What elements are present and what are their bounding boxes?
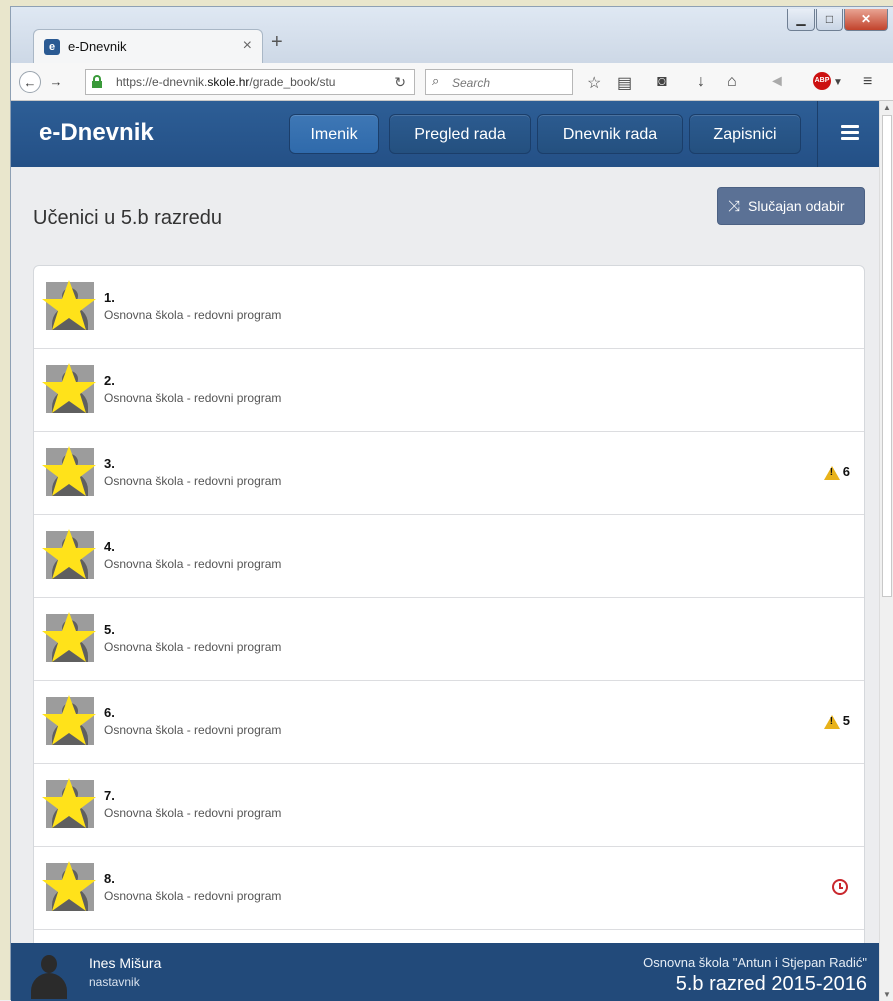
pocket-icon[interactable]: ◙ bbox=[657, 73, 667, 91]
warning-badge[interactable]: 5 bbox=[823, 713, 850, 729]
tab-close-icon[interactable]: × bbox=[243, 37, 252, 55]
home-icon[interactable]: ⌂ bbox=[727, 73, 737, 91]
star-icon bbox=[42, 612, 96, 662]
class-year: 5.b razred 2015-2016 bbox=[675, 973, 867, 995]
brand-logo[interactable]: e-Dnevnik bbox=[39, 119, 154, 147]
student-row[interactable]: 7. Osnovna škola - redovni program bbox=[34, 764, 864, 847]
browser-window: e e-Dnevnik × + ▁ □ ✕ ← → https://e-dnev… bbox=[10, 6, 893, 1001]
student-row[interactable]: 1. Osnovna škola - redovni program bbox=[34, 266, 864, 349]
star-icon bbox=[42, 280, 96, 330]
student-number: 3. bbox=[104, 456, 115, 471]
warning-icon bbox=[823, 465, 840, 480]
warning-count: 5 bbox=[842, 713, 850, 728]
student-program: Osnovna škola - redovni program bbox=[104, 806, 282, 820]
student-row[interactable]: 6. Osnovna škola - redovni program 5 bbox=[34, 681, 864, 764]
student-number: 1. bbox=[104, 290, 115, 305]
adblock-icon[interactable]: ABP bbox=[813, 72, 831, 90]
student-list: 1. Osnovna škola - redovni program 2. Osnov… bbox=[33, 265, 865, 1001]
shuffle-icon: ⤨ bbox=[728, 198, 741, 215]
student-program: Osnovna škola - redovni program bbox=[104, 391, 282, 405]
adblock-dropdown-icon[interactable]: ▼ bbox=[833, 77, 843, 88]
star-icon bbox=[42, 861, 96, 911]
student-row[interactable]: 3. Osnovna škola - redovni program 6 bbox=[34, 432, 864, 515]
student-number: 8. bbox=[104, 871, 115, 886]
reading-list-icon[interactable]: ▤ bbox=[617, 73, 632, 93]
close-window-button[interactable]: ✕ bbox=[844, 9, 888, 31]
forward-icon[interactable]: → bbox=[45, 71, 67, 93]
browser-toolbar: ← → https://e-dnevnik.skole.hr/grade_boo… bbox=[11, 63, 893, 101]
student-program: Osnovna škola - redovni program bbox=[104, 723, 282, 737]
student-row[interactable]: 4. Osnovna škola - redovni program bbox=[34, 515, 864, 598]
app-header: e-Dnevnik Imenik Pregled rada Dnevnik ra… bbox=[11, 101, 879, 167]
student-row[interactable]: 5. Osnovna škola - redovni program bbox=[34, 598, 864, 681]
student-program: Osnovna škola - redovni program bbox=[104, 889, 282, 903]
scroll-up-icon[interactable]: ▲ bbox=[883, 103, 891, 112]
back-icon[interactable]: ← bbox=[19, 71, 41, 93]
tab-title: e-Dnevnik bbox=[68, 39, 127, 54]
scroll-down-icon[interactable]: ▼ bbox=[883, 990, 891, 999]
star-icon bbox=[42, 529, 96, 579]
url-text: https://e-dnevnik.skole.hr/grade_book/st… bbox=[116, 75, 336, 89]
student-program: Osnovna škola - redovni program bbox=[104, 308, 282, 322]
lock-icon bbox=[92, 75, 102, 88]
new-tab-icon[interactable]: + bbox=[271, 31, 283, 54]
student-program: Osnovna škola - redovni program bbox=[104, 474, 282, 488]
nav-pregled-rada[interactable]: Pregled rada bbox=[389, 114, 531, 154]
warning-badge[interactable]: 6 bbox=[823, 464, 850, 480]
student-number: 5. bbox=[104, 622, 115, 637]
student-number: 6. bbox=[104, 705, 115, 720]
send-icon[interactable]: ◄ bbox=[769, 73, 785, 91]
student-program: Osnovna škola - redovni program bbox=[104, 557, 282, 571]
nav-dnevnik-rada[interactable]: Dnevnik rada bbox=[537, 114, 683, 154]
random-pick-label: Slučajan odabir bbox=[748, 198, 845, 214]
search-placeholder: Search bbox=[452, 76, 491, 90]
school-name: Osnovna škola "Antun i Stjepan Radić" bbox=[643, 955, 867, 970]
student-number: 4. bbox=[104, 539, 115, 554]
nav-imenik[interactable]: Imenik bbox=[289, 114, 379, 154]
page-scrollbar[interactable]: ▲ ▼ bbox=[879, 101, 893, 1001]
student-row[interactable]: 8. Osnovna škola - redovni program bbox=[34, 847, 864, 930]
clock-icon[interactable] bbox=[832, 879, 848, 895]
hamburger-menu-icon[interactable] bbox=[841, 125, 859, 141]
star-icon bbox=[42, 363, 96, 413]
address-bar[interactable]: https://e-dnevnik.skole.hr/grade_book/st… bbox=[85, 69, 415, 95]
search-icon: ⌕ bbox=[432, 73, 440, 88]
student-number: 2. bbox=[104, 373, 115, 388]
user-name[interactable]: Ines Mišura bbox=[89, 955, 161, 971]
user-role: nastavnik bbox=[89, 975, 140, 989]
star-icon bbox=[42, 446, 96, 496]
bookmark-star-icon[interactable]: ☆ bbox=[587, 73, 601, 93]
page-title: Učenici u 5.b razredu bbox=[33, 207, 222, 229]
menu-icon[interactable]: ≡ bbox=[863, 73, 872, 91]
search-input[interactable]: ⌕ Search bbox=[425, 69, 573, 95]
tab-strip: e e-Dnevnik × + ▁ □ ✕ bbox=[11, 7, 893, 63]
user-avatar[interactable] bbox=[29, 953, 69, 999]
nav-zapisnici[interactable]: Zapisnici bbox=[689, 114, 801, 154]
header-divider bbox=[817, 101, 818, 167]
student-number: 7. bbox=[104, 788, 115, 803]
app-content: e-Dnevnik Imenik Pregled rada Dnevnik ra… bbox=[11, 101, 879, 1001]
scroll-thumb[interactable] bbox=[882, 115, 892, 597]
minimize-button[interactable]: ▁ bbox=[787, 9, 815, 31]
app-footer: Ines Mišura nastavnik Osnovna škola "Ant… bbox=[11, 943, 879, 1001]
random-pick-button[interactable]: ⤨ Slučajan odabir bbox=[717, 187, 865, 225]
student-row[interactable]: 2. Osnovna škola - redovni program bbox=[34, 349, 864, 432]
warning-icon bbox=[823, 714, 840, 729]
student-program: Osnovna škola - redovni program bbox=[104, 640, 282, 654]
download-icon[interactable]: ↓ bbox=[697, 73, 705, 91]
maximize-button[interactable]: □ bbox=[816, 9, 843, 31]
edn-favicon-icon: e bbox=[44, 39, 60, 55]
browser-tab[interactable]: e e-Dnevnik × bbox=[33, 29, 263, 63]
warning-count: 6 bbox=[842, 464, 850, 479]
reload-icon[interactable]: ↻ bbox=[394, 74, 406, 91]
star-icon bbox=[42, 778, 96, 828]
star-icon bbox=[42, 695, 96, 745]
